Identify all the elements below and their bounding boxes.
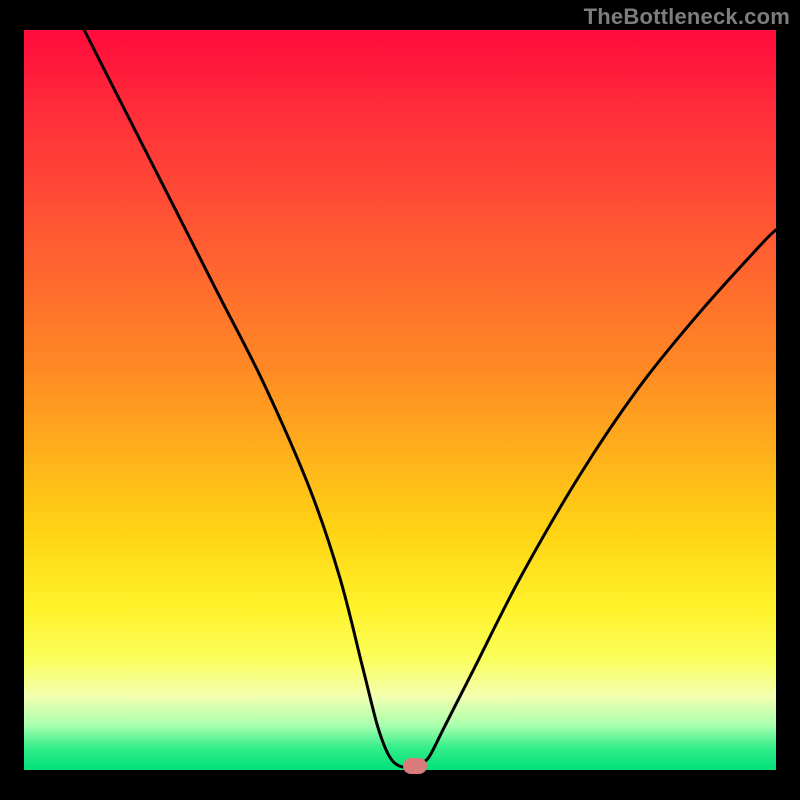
chart-frame: TheBottleneck.com	[0, 0, 800, 800]
watermark-text: TheBottleneck.com	[584, 4, 790, 30]
bottleneck-curve-svg	[24, 30, 776, 770]
optimum-marker	[403, 758, 427, 774]
bottleneck-curve-path	[84, 30, 776, 767]
